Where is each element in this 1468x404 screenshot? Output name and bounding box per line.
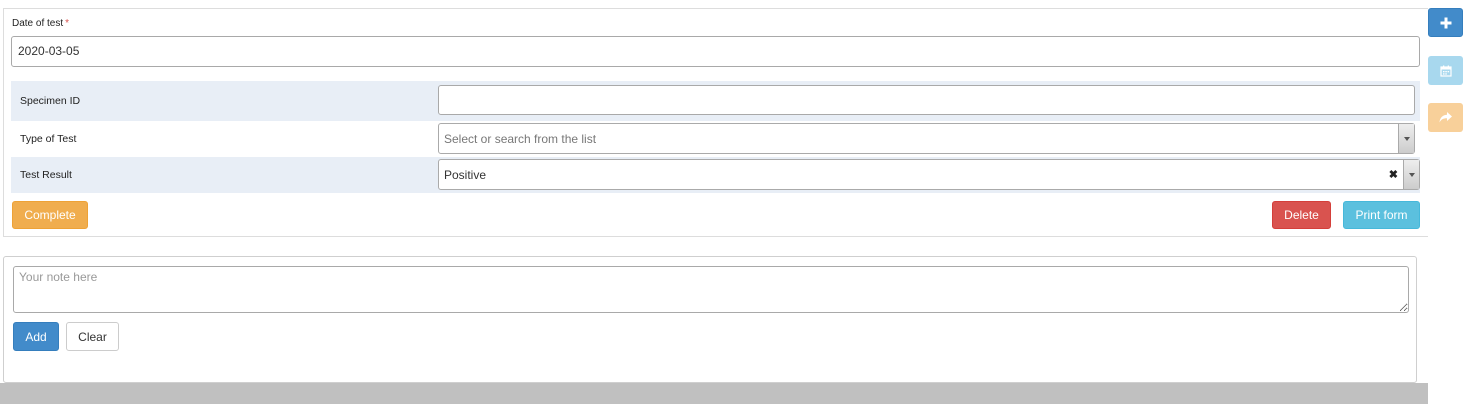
clear-note-button[interactable]: Clear: [66, 322, 119, 351]
test-result-dropdown-toggle[interactable]: [1403, 160, 1419, 189]
type-of-test-label: Type of Test: [20, 133, 77, 145]
type-of-test-dropdown-toggle[interactable]: [1398, 124, 1414, 153]
test-result-value: Positive: [444, 167, 487, 182]
test-form-panel: Date of test * 2020-03-05 Specimen ID Typ…: [3, 8, 1428, 237]
specimen-id-label: Specimen ID: [20, 95, 81, 107]
chevron-down-icon: [1403, 136, 1410, 141]
test-result-select[interactable]: Positive ✖: [438, 159, 1420, 190]
calendar-icon: [1439, 65, 1452, 77]
test-result-label: Test Result: [20, 169, 72, 181]
type-of-test-select[interactable]: Select or search from the list: [438, 123, 1415, 154]
share-icon: [1439, 112, 1452, 123]
notes-panel: Add Clear: [3, 256, 1417, 383]
required-marker: *: [65, 18, 70, 29]
date-of-test-label: Date of test *: [12, 18, 69, 29]
delete-button[interactable]: Delete: [1272, 201, 1331, 229]
specimen-id-row: Specimen ID: [11, 81, 1420, 121]
share-button[interactable]: [1428, 103, 1463, 132]
type-of-test-row: Type of Test Select or search from the l…: [11, 121, 1420, 157]
plus-icon: [1440, 17, 1451, 28]
calendar-button[interactable]: [1428, 56, 1463, 85]
horizontal-scrollbar[interactable]: [0, 383, 1428, 404]
print-form-button[interactable]: Print form: [1343, 201, 1420, 229]
clear-selection-icon[interactable]: ✖: [1389, 168, 1398, 181]
note-textarea[interactable]: [13, 266, 1409, 313]
complete-button[interactable]: Complete: [12, 201, 88, 229]
type-of-test-placeholder: Select or search from the list: [444, 131, 597, 146]
test-result-row: Test Result Positive ✖: [11, 157, 1420, 193]
date-of-test-label-text: Date of test: [12, 18, 64, 29]
chevron-down-icon: [1408, 172, 1415, 177]
date-of-test-input[interactable]: 2020-03-05: [11, 36, 1420, 67]
specimen-id-input[interactable]: [438, 85, 1415, 115]
add-button[interactable]: [1428, 8, 1463, 37]
add-note-button[interactable]: Add: [13, 322, 59, 351]
